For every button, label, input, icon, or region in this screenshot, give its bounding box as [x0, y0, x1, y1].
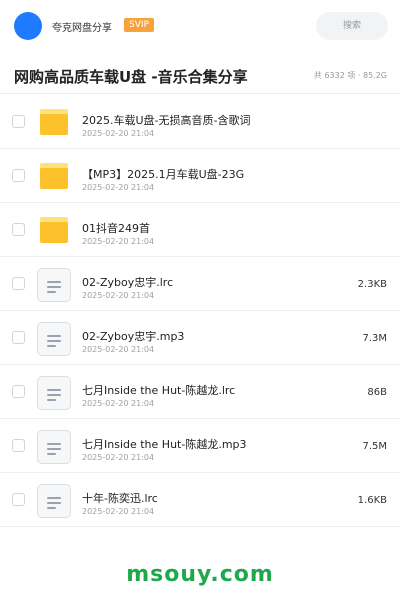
- document-icon: [37, 484, 71, 518]
- document-icon: [37, 376, 71, 410]
- item-checkbox[interactable]: [12, 439, 25, 452]
- folder-icon: [40, 163, 68, 189]
- file-size: 7.3M: [362, 333, 387, 344]
- folder-icon: [40, 217, 68, 243]
- file-date: 2025-02-20 21:04: [82, 507, 155, 516]
- top-bar: 夸克网盘分享 SVIP 搜索: [0, 0, 400, 52]
- username: 夸克网盘分享: [52, 23, 112, 34]
- item-checkbox[interactable]: [12, 331, 25, 344]
- file-date: 2025-02-20 21:04: [82, 399, 155, 408]
- file-list: 2025.车载U盘-无损高音质-含歌词 2025-02-20 21:04 【MP…: [0, 95, 400, 527]
- file-name: 七月Inside the Hut-陈越龙.lrc: [82, 384, 236, 397]
- document-icon: [37, 322, 71, 356]
- file-size: 1.6KB: [357, 495, 387, 506]
- file-name: 【MP3】2025.1月车载U盘-23G: [82, 168, 245, 181]
- share-stats: 共 6332 项 · 85.2G: [313, 71, 387, 80]
- file-date: 2025-02-20 21:04: [82, 345, 155, 354]
- item-checkbox[interactable]: [12, 385, 25, 398]
- file-size: 7.5M: [362, 441, 387, 452]
- list-item[interactable]: 七月Inside the Hut-陈越龙.lrc 2025-02-20 21:0…: [0, 365, 400, 419]
- list-item[interactable]: 02-Zyboy忠宇.lrc 2025-02-20 21:04 2.3KB: [0, 257, 400, 311]
- search-input[interactable]: 搜索: [316, 12, 388, 40]
- list-item[interactable]: 【MP3】2025.1月车载U盘-23G 2025-02-20 21:04: [0, 149, 400, 203]
- list-item[interactable]: 十年-陈奕迅.lrc 2025-02-20 21:04 1.6KB: [0, 473, 400, 527]
- item-checkbox[interactable]: [12, 223, 25, 236]
- file-name: 02-Zyboy忠宇.mp3: [82, 330, 185, 343]
- list-item[interactable]: 七月Inside the Hut-陈越龙.mp3 2025-02-20 21:0…: [0, 419, 400, 473]
- file-date: 2025-02-20 21:04: [82, 129, 155, 138]
- file-date: 2025-02-20 21:04: [82, 291, 155, 300]
- list-item[interactable]: 2025.车载U盘-无损高音质-含歌词 2025-02-20 21:04: [0, 95, 400, 149]
- file-date: 2025-02-20 21:04: [82, 183, 155, 192]
- item-checkbox[interactable]: [12, 493, 25, 506]
- file-date: 2025-02-20 21:04: [82, 237, 155, 246]
- document-icon: [37, 268, 71, 302]
- file-name: 02-Zyboy忠宇.lrc: [82, 276, 174, 289]
- file-name: 01抖音249首: [82, 222, 150, 235]
- file-name: 七月Inside the Hut-陈越龙.mp3: [82, 438, 247, 451]
- item-checkbox[interactable]: [12, 169, 25, 182]
- file-size: 86B: [367, 387, 387, 398]
- item-checkbox[interactable]: [12, 115, 25, 128]
- watermark-text: msouy.com: [126, 562, 274, 587]
- file-date: 2025-02-20 21:04: [82, 453, 155, 462]
- file-size: 2.3KB: [357, 279, 387, 290]
- folder-icon: [40, 109, 68, 135]
- avatar[interactable]: [14, 12, 42, 40]
- item-checkbox[interactable]: [12, 277, 25, 290]
- list-item[interactable]: 01抖音249首 2025-02-20 21:04: [0, 203, 400, 257]
- page-title: 网购高品质车载U盘 -音乐合集分享: [14, 68, 248, 86]
- document-icon: [37, 430, 71, 464]
- list-item[interactable]: 02-Zyboy忠宇.mp3 2025-02-20 21:04 7.3M: [0, 311, 400, 365]
- svip-badge: SVIP: [124, 18, 154, 32]
- file-name: 十年-陈奕迅.lrc: [82, 492, 158, 505]
- file-name: 2025.车载U盘-无损高音质-含歌词: [82, 114, 251, 127]
- share-title-bar: 网购高品质车载U盘 -音乐合集分享 共 6332 项 · 85.2G: [0, 58, 400, 94]
